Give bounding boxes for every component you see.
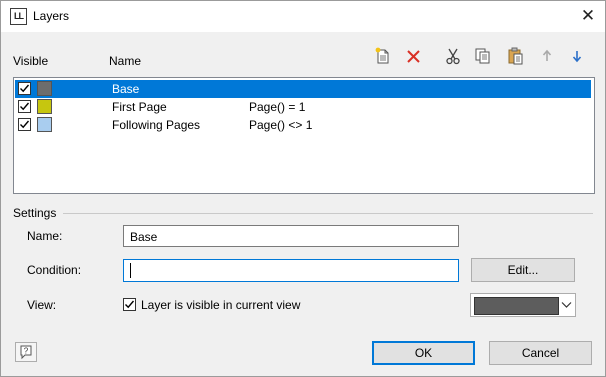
visible-checkbox[interactable] <box>18 118 31 131</box>
column-header-name-label: Name <box>109 54 142 68</box>
column-header-visible: Visible <box>13 54 48 68</box>
help-icon[interactable]: ? <box>15 342 37 362</box>
layers-list[interactable]: Base First Page Page() = 1 Following Pag… <box>13 77 595 194</box>
close-icon[interactable]: ✕ <box>577 5 599 27</box>
layer-visible-label[interactable]: Layer is visible in current view <box>141 298 300 312</box>
view-color-dropdown[interactable] <box>470 293 576 317</box>
condition-field[interactable] <box>123 259 459 282</box>
delete-icon[interactable] <box>404 46 424 66</box>
name-field-value: Base <box>130 230 158 244</box>
edit-button[interactable]: Edit... <box>471 258 575 282</box>
layer-name: First Page <box>112 100 167 114</box>
layer-row-first-page[interactable]: First Page Page() = 1 <box>15 98 591 116</box>
visible-checkbox[interactable] <box>18 82 31 95</box>
settings-group-label: Settings <box>13 206 57 220</box>
new-icon[interactable] <box>373 46 393 66</box>
layer-row-base[interactable]: Base <box>15 80 591 98</box>
visible-checkbox[interactable] <box>18 100 31 113</box>
title-bar: LL Layers ✕ <box>1 1 605 32</box>
layer-row-following-pages[interactable]: Following Pages Page() <> 1 <box>15 116 591 134</box>
layers-dialog: LL Layers ✕ Visible Name Base First Page… <box>0 0 606 377</box>
move-up-icon[interactable] <box>537 46 557 66</box>
text-caret <box>130 263 131 278</box>
name-field[interactable]: Base <box>123 225 459 247</box>
layer-color-swatch <box>37 117 52 132</box>
layer-color-swatch <box>37 81 52 96</box>
condition-label: Condition: <box>27 263 82 277</box>
ok-button[interactable]: OK <box>372 341 475 365</box>
layer-name: Base <box>112 82 140 96</box>
view-color-swatch <box>474 297 559 315</box>
svg-text:?: ? <box>24 347 29 356</box>
layer-color-swatch <box>37 99 52 114</box>
cut-icon[interactable] <box>443 46 463 66</box>
layer-condition: Page() = 1 <box>249 100 306 114</box>
settings-divider <box>63 213 593 214</box>
column-header-name: Name <box>109 54 141 68</box>
copy-icon[interactable] <box>473 46 493 66</box>
layer-condition: Page() <> 1 <box>249 118 313 132</box>
app-icon: LL <box>10 8 27 25</box>
cancel-button[interactable]: Cancel <box>489 341 592 365</box>
layer-name: Following Pages <box>112 118 201 132</box>
view-label: View: <box>27 298 57 312</box>
move-down-icon[interactable] <box>567 46 587 66</box>
name-label: Name: <box>27 229 63 243</box>
column-header-visible-label: Visible <box>13 54 49 68</box>
window-title: Layers <box>33 9 70 23</box>
layer-visible-checkbox[interactable] <box>123 298 136 311</box>
paste-icon[interactable] <box>506 46 526 66</box>
chevron-down-icon <box>561 302 572 308</box>
